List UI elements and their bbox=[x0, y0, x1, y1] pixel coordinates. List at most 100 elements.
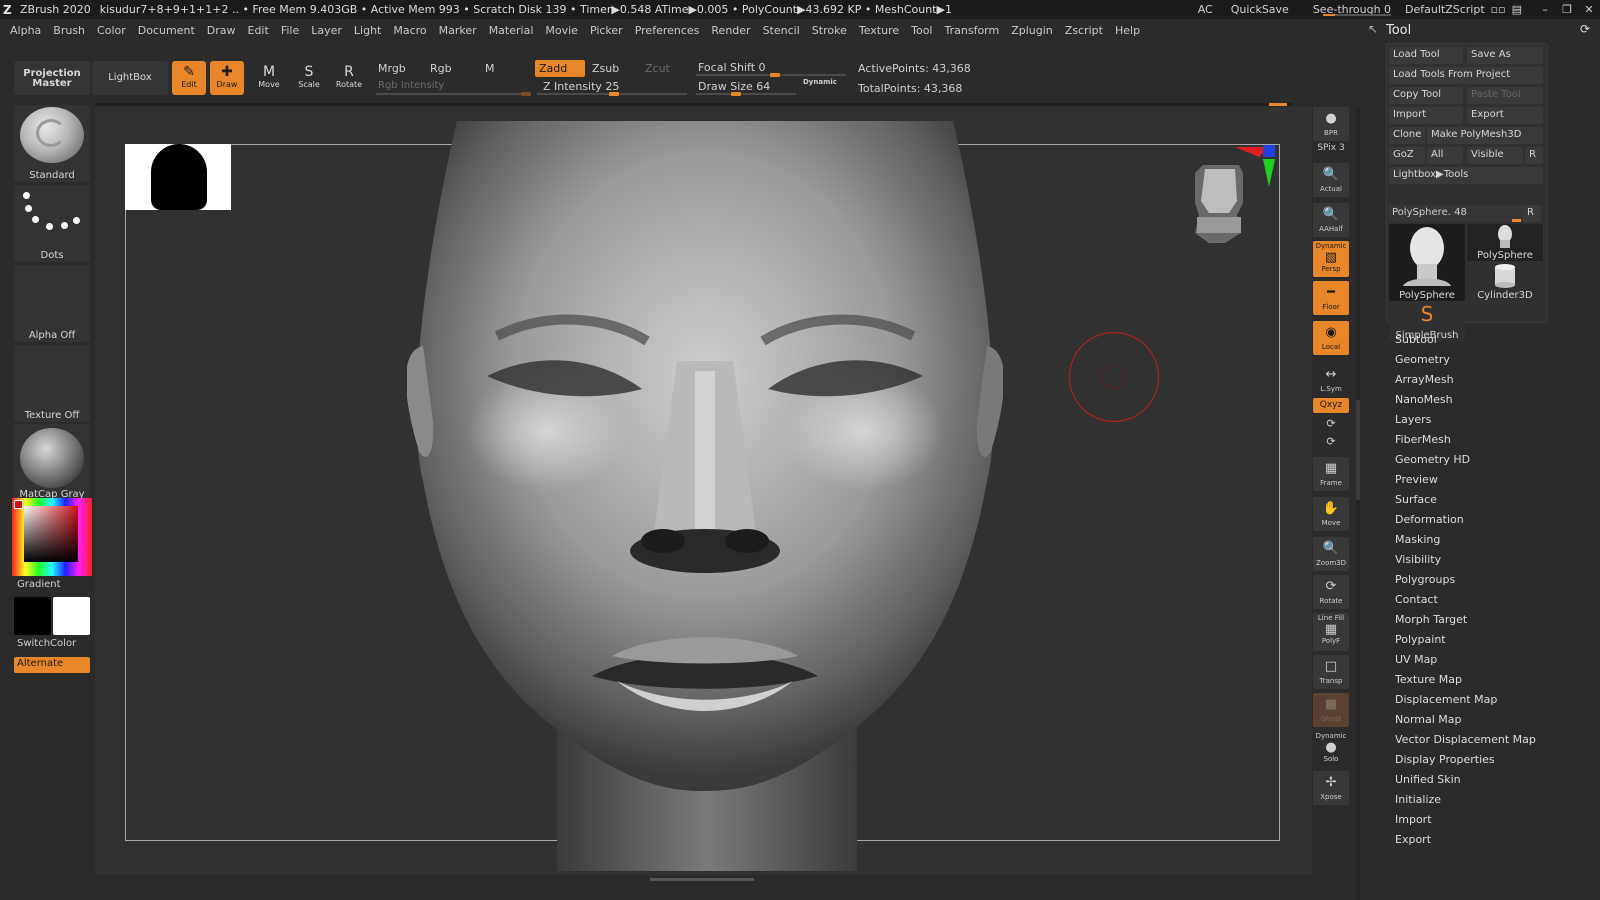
secondary-color-dark[interactable] bbox=[14, 597, 51, 635]
bottom-shelf-handle[interactable] bbox=[650, 878, 754, 881]
rotate-z-icon[interactable]: ⟳ bbox=[1313, 435, 1349, 448]
menu-edit[interactable]: Edit bbox=[248, 24, 269, 37]
paste-tool-button[interactable]: Paste Tool bbox=[1467, 87, 1543, 104]
color-square[interactable] bbox=[24, 506, 78, 562]
save-as-button[interactable]: Save As bbox=[1467, 47, 1543, 64]
menu-material[interactable]: Material bbox=[489, 24, 534, 37]
export-button[interactable]: Export bbox=[1467, 107, 1543, 124]
solo-button[interactable]: Dynamic ● Solo bbox=[1313, 731, 1349, 767]
persp-button[interactable]: Dynamic ▧ Persp bbox=[1313, 241, 1349, 277]
local-button[interactable]: ◉ Local bbox=[1313, 321, 1349, 355]
alpha-selector[interactable]: Alpha Off bbox=[14, 265, 90, 342]
quicksave-button[interactable]: QuickSave bbox=[1231, 3, 1289, 16]
rotate-view-button[interactable]: ⟳ Rotate bbox=[1313, 575, 1349, 609]
subpalette-contact[interactable]: Contact bbox=[1395, 593, 1438, 606]
menu-brush[interactable]: Brush bbox=[53, 24, 85, 37]
layout-icon[interactable]: ▤ bbox=[1512, 3, 1522, 16]
cycle-icon[interactable]: ⟳ bbox=[1580, 22, 1590, 36]
load-tools-from-project-button[interactable]: Load Tools From Project bbox=[1389, 67, 1543, 84]
navigation-gizmo[interactable] bbox=[1195, 143, 1285, 253]
subpalette-display-properties[interactable]: Display Properties bbox=[1395, 753, 1495, 766]
move-view-button[interactable]: ✋ Move bbox=[1313, 497, 1349, 531]
subpalette-geometry[interactable]: Geometry bbox=[1395, 353, 1450, 366]
rgb-intensity-track[interactable] bbox=[376, 92, 531, 96]
subpalette-arraymesh[interactable]: ArrayMesh bbox=[1395, 373, 1454, 386]
current-tool-slider[interactable]: PolySphere. 48 R bbox=[1389, 205, 1541, 222]
goz-r-button[interactable]: R bbox=[1525, 147, 1543, 164]
load-tool-button[interactable]: Load Tool bbox=[1389, 47, 1463, 64]
tool-tile-polysphere-large[interactable]: PolySphere bbox=[1389, 224, 1465, 301]
ac-label[interactable]: AC bbox=[1198, 3, 1213, 16]
default-zscript-button[interactable]: DefaultZScript bbox=[1405, 3, 1485, 16]
bpr-button[interactable]: ● BPR bbox=[1313, 107, 1349, 141]
zadd-button[interactable]: Zadd bbox=[535, 60, 585, 77]
subpalette-polypaint[interactable]: Polypaint bbox=[1395, 633, 1446, 646]
menu-file[interactable]: File bbox=[281, 24, 299, 37]
projection-master-button[interactable]: Projection Master bbox=[14, 61, 90, 95]
rotate-button[interactable]: R Rotate bbox=[332, 61, 366, 95]
subpalette-import[interactable]: Import bbox=[1395, 813, 1432, 826]
menu-zscript[interactable]: Zscript bbox=[1065, 24, 1103, 37]
menu-transform[interactable]: Transform bbox=[945, 24, 1000, 37]
main-color-swatch[interactable] bbox=[14, 500, 23, 509]
menu-layer[interactable]: Layer bbox=[311, 24, 342, 37]
goz-button[interactable]: GoZ bbox=[1389, 147, 1425, 164]
lightbox-tools-button[interactable]: Lightbox▶Tools bbox=[1389, 167, 1543, 184]
tool-tile-polysphere-small[interactable]: PolySphere bbox=[1467, 224, 1543, 261]
subpalette-normal-map[interactable]: Normal Map bbox=[1395, 713, 1462, 726]
z-intensity-track[interactable] bbox=[537, 92, 687, 96]
menu-marker[interactable]: Marker bbox=[439, 24, 477, 37]
lightbox-button[interactable]: LightBox bbox=[92, 61, 168, 95]
xpose-button[interactable]: ✢ Xpose bbox=[1313, 771, 1349, 805]
subpalette-subtool[interactable]: Subtool bbox=[1395, 333, 1437, 346]
menu-help[interactable]: Help bbox=[1115, 24, 1140, 37]
interface-options-icon[interactable]: ▫▫ bbox=[1491, 3, 1506, 16]
zcut-button[interactable]: Zcut bbox=[645, 62, 670, 75]
head-sculpt-mesh[interactable] bbox=[405, 121, 1005, 871]
subpalette-surface[interactable]: Surface bbox=[1395, 493, 1437, 506]
menu-draw[interactable]: Draw bbox=[207, 24, 236, 37]
color-picker[interactable] bbox=[12, 498, 92, 576]
subpalette-texture-map[interactable]: Texture Map bbox=[1395, 673, 1462, 686]
current-tool-r-button[interactable]: R bbox=[1523, 205, 1541, 222]
texture-selector[interactable]: Texture Off bbox=[14, 345, 90, 422]
subpalette-initialize[interactable]: Initialize bbox=[1395, 793, 1441, 806]
stroke-selector[interactable]: Dots bbox=[14, 185, 90, 262]
subpalette-fibermesh[interactable]: FiberMesh bbox=[1395, 433, 1451, 446]
subpalette-visibility[interactable]: Visibility bbox=[1395, 553, 1441, 566]
subpalette-unified-skin[interactable]: Unified Skin bbox=[1395, 773, 1461, 786]
menu-light[interactable]: Light bbox=[354, 24, 381, 37]
menu-color[interactable]: Color bbox=[97, 24, 126, 37]
goz-visible-button[interactable]: Visible bbox=[1467, 147, 1523, 164]
m-button[interactable]: M bbox=[485, 62, 495, 75]
rgb-intensity-slider[interactable]: Rgb Intensity bbox=[378, 80, 444, 91]
menu-stroke[interactable]: Stroke bbox=[812, 24, 847, 37]
minimize-icon[interactable]: – bbox=[1534, 3, 1556, 16]
menu-movie[interactable]: Movie bbox=[545, 24, 578, 37]
secondary-color-light[interactable] bbox=[53, 597, 90, 635]
pin-icon[interactable]: ↖ bbox=[1368, 22, 1378, 36]
frame-button[interactable]: ▦ Frame bbox=[1313, 457, 1349, 491]
menu-zplugin[interactable]: Zplugin bbox=[1011, 24, 1053, 37]
z-intensity-slider[interactable]: Z Intensity 25 bbox=[543, 80, 619, 93]
menu-render[interactable]: Render bbox=[711, 24, 750, 37]
alternate-button[interactable]: Alternate bbox=[14, 657, 90, 673]
menu-macro[interactable]: Macro bbox=[393, 24, 426, 37]
brush-selector[interactable]: Standard bbox=[14, 105, 90, 182]
aahalf-button[interactable]: 🔍 AAHalf bbox=[1313, 203, 1349, 237]
draw-button[interactable]: ✚ Draw bbox=[210, 61, 244, 95]
subpalette-geometry-hd[interactable]: Geometry HD bbox=[1395, 453, 1470, 466]
ghost-button[interactable]: ■ Ghost bbox=[1313, 693, 1349, 727]
canvas-viewport[interactable] bbox=[95, 107, 1312, 875]
switchcolor-button[interactable]: SwitchColor bbox=[17, 638, 76, 649]
xyz-button[interactable]: Qxyz bbox=[1313, 398, 1349, 413]
subpalette-nanomesh[interactable]: NanoMesh bbox=[1395, 393, 1453, 406]
menu-tool[interactable]: Tool bbox=[911, 24, 932, 37]
close-icon[interactable]: ✕ bbox=[1578, 3, 1600, 16]
menu-preferences[interactable]: Preferences bbox=[635, 24, 700, 37]
subpalette-export[interactable]: Export bbox=[1395, 833, 1431, 846]
subpalette-morph-target[interactable]: Morph Target bbox=[1395, 613, 1467, 626]
goz-all-button[interactable]: All bbox=[1427, 147, 1463, 164]
dynamic-size-toggle[interactable]: Dynamic bbox=[803, 78, 837, 86]
subpalette-displacement-map[interactable]: Displacement Map bbox=[1395, 693, 1497, 706]
